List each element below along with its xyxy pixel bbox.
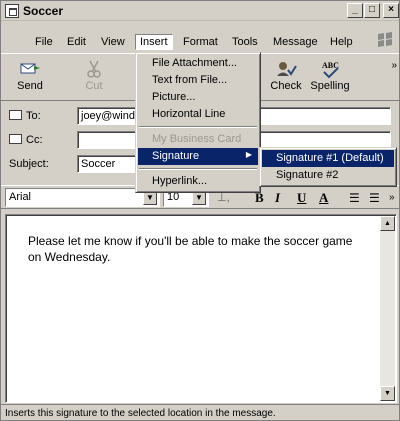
- send-button[interactable]: Send: [7, 57, 53, 99]
- window-title: Soccer: [23, 4, 64, 18]
- cc-label: Cc:: [26, 134, 43, 146]
- status-bar: Inserts this signature to the selected l…: [1, 404, 399, 420]
- compose-window: Soccer _ □ × File Edit View Insert Forma…: [0, 0, 400, 421]
- menu-separator: [139, 168, 257, 170]
- address-book-icon: [9, 110, 22, 120]
- menu-tools[interactable]: Tools: [228, 35, 262, 51]
- menu-item-text-from-file[interactable]: Text from File...: [138, 72, 258, 89]
- message-body-editor[interactable]: Please let me know if you'll be able to …: [5, 214, 397, 403]
- submenu-arrow-icon: ▶: [245, 150, 252, 159]
- scroll-up-arrow-icon[interactable]: ▲: [380, 216, 395, 231]
- menu-message[interactable]: Message: [269, 35, 322, 51]
- cut-label: Cut: [85, 80, 103, 92]
- italic-button[interactable]: I: [275, 189, 280, 207]
- to-label: To:: [26, 110, 41, 122]
- signature-submenu: Signature #1 (Default) Signature #2: [259, 147, 397, 187]
- cut-button[interactable]: Cut: [71, 57, 117, 99]
- menu-item-picture[interactable]: Picture...: [138, 89, 258, 106]
- message-window-icon: [5, 4, 19, 18]
- menu-item-signature[interactable]: Signature ▶: [138, 148, 258, 165]
- menu-bar: File Edit View Insert Format Tools Messa…: [1, 32, 399, 52]
- spelling-button[interactable]: ABC Spelling: [307, 57, 353, 99]
- bullet-list-icon[interactable]: ☰: [369, 189, 380, 207]
- spelling-icon: ABC: [319, 60, 341, 79]
- vertical-scrollbar[interactable]: ▲ ▼: [380, 216, 395, 401]
- subject-label: Subject:: [9, 158, 49, 170]
- spelling-label: Spelling: [310, 80, 350, 92]
- send-label: Send: [17, 80, 43, 92]
- numbered-list-icon[interactable]: ☰: [349, 189, 360, 207]
- check-names-button[interactable]: Check: [263, 57, 309, 99]
- menu-view[interactable]: View: [97, 35, 129, 51]
- menu-edit[interactable]: Edit: [63, 35, 90, 51]
- title-bar[interactable]: Soccer _ □ ×: [1, 1, 399, 21]
- to-address-book[interactable]: To:: [9, 110, 41, 122]
- check-label: Check: [270, 80, 302, 92]
- check-names-icon: [275, 60, 297, 78]
- menu-item-signature-1[interactable]: Signature #1 (Default): [262, 150, 394, 167]
- menu-item-signature-2[interactable]: Signature #2: [262, 167, 394, 184]
- toolbar-overflow-button[interactable]: »: [391, 60, 397, 71]
- windows-logo-icon: [375, 30, 395, 52]
- menu-insert[interactable]: Insert: [135, 34, 173, 50]
- address-book-icon: [9, 134, 22, 144]
- underline-button[interactable]: U: [297, 189, 306, 207]
- send-icon: [19, 60, 41, 78]
- maximize-button[interactable]: □: [364, 3, 380, 18]
- menu-separator: [139, 126, 257, 128]
- signature-label: Signature: [152, 150, 200, 162]
- menu-item-my-business-card: My Business Card: [152, 133, 242, 145]
- cc-address-book[interactable]: Cc:: [9, 134, 43, 146]
- menu-item-hyperlink[interactable]: Hyperlink...: [138, 173, 258, 190]
- close-button[interactable]: ×: [383, 3, 399, 18]
- scroll-down-arrow-icon[interactable]: ▼: [380, 386, 395, 401]
- font-value: Arial: [9, 191, 32, 203]
- menu-help[interactable]: Help: [326, 35, 357, 51]
- message-body-text: Please let me know if you'll be able to …: [28, 234, 353, 264]
- font-color-button[interactable]: A: [319, 189, 328, 207]
- format-overflow-button[interactable]: »: [389, 189, 395, 207]
- menu-file[interactable]: File: [31, 35, 57, 51]
- minimize-button[interactable]: _: [347, 3, 363, 18]
- menu-format[interactable]: Format: [179, 35, 222, 51]
- menu-item-file-attachment[interactable]: File Attachment...: [138, 55, 258, 72]
- menu-item-horizontal-line[interactable]: Horizontal Line: [138, 106, 258, 123]
- scissors-icon: [83, 60, 105, 78]
- insert-menu: File Attachment... Text from File... Pic…: [135, 52, 261, 193]
